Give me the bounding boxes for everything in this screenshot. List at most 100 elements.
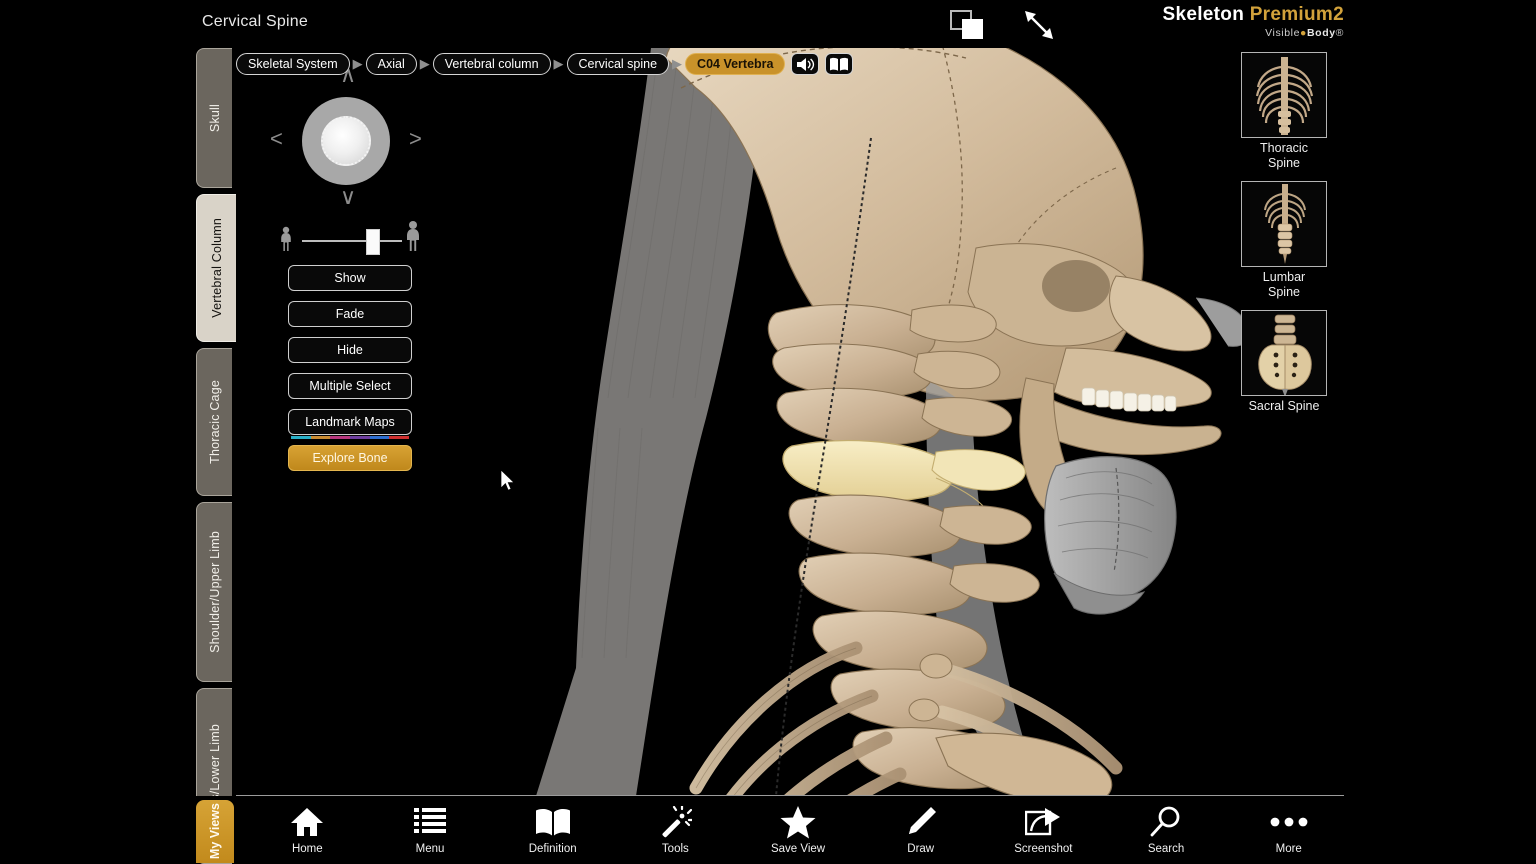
- thumbnail-image[interactable]: [1241, 181, 1327, 267]
- small-figure-icon: [278, 226, 294, 257]
- mouse-cursor: [500, 469, 517, 499]
- windows-toggle-icon[interactable]: [950, 10, 986, 40]
- sidebar-tab-thoracic-cage[interactable]: Thoracic Cage: [196, 348, 232, 496]
- toolbar-item-screenshot[interactable]: Screenshot: [982, 796, 1105, 863]
- toolbar-item-draw[interactable]: Draw: [859, 796, 982, 863]
- logo-title: Skeleton Premium2: [1112, 4, 1344, 26]
- logo-subtitle: Visible●Body®: [1265, 27, 1344, 39]
- rotation-dpad[interactable]: ∧ ∨ < >: [270, 62, 430, 217]
- home-icon: [290, 805, 324, 839]
- logo-sub-visible: Visible: [1265, 27, 1301, 39]
- logo-word-skeleton: Skeleton: [1162, 4, 1245, 25]
- my-views-tab[interactable]: My Views: [196, 800, 234, 863]
- sidebar-tab-label: Skull: [207, 103, 222, 133]
- thumbnail-image[interactable]: [1241, 310, 1327, 396]
- landmark-swatch-orange: [310, 436, 331, 439]
- title-bar: Cervical Spine Skeleton Premium2 Visible…: [190, 0, 1350, 48]
- logo-sub-body: Body: [1307, 27, 1336, 39]
- thumbnail-label: Thoracic Spine: [1236, 141, 1332, 171]
- open-book-icon: [535, 805, 571, 839]
- multiple-select-button[interactable]: Multiple Select: [288, 373, 412, 399]
- magnifier-icon: [1150, 805, 1182, 839]
- star-icon: [780, 805, 816, 839]
- rotate-right-icon[interactable]: >: [409, 128, 422, 150]
- fullscreen-resize-icon[interactable]: [1022, 8, 1056, 42]
- toolbar-item-search[interactable]: Search: [1105, 796, 1228, 863]
- toolbar-item-definition[interactable]: Definition: [491, 796, 614, 863]
- rotate-left-icon[interactable]: <: [270, 128, 283, 150]
- breadcrumb: Skeletal System ▶ Axial ▶ Vertebral colu…: [236, 52, 854, 76]
- show-button[interactable]: Show: [288, 265, 412, 291]
- thumbnail-lumbar-spine[interactable]: Lumbar Spine: [1236, 181, 1332, 300]
- landmark-swatch-purple: [350, 436, 370, 439]
- landmark-swatch-blue: [369, 436, 390, 439]
- sidebar-tab-shoulder-upper-limb[interactable]: Shoulder/Upper Limb: [196, 502, 232, 682]
- zoom-slider-track[interactable]: [301, 240, 402, 242]
- dpad-knob[interactable]: [321, 116, 371, 166]
- logo-word-premium: Premium: [1249, 4, 1334, 25]
- magic-wand-icon: [658, 805, 693, 839]
- toolbar-label: Menu: [415, 842, 445, 855]
- landmark-swatch-red: [389, 436, 410, 439]
- window-front-square: [962, 19, 983, 39]
- breadcrumb-separator-icon: ▶: [352, 56, 363, 71]
- zoom-slider[interactable]: [278, 221, 423, 259]
- breadcrumb-item-skeletal-system[interactable]: Skeletal System: [236, 53, 350, 75]
- category-tab-strip: Skull Vertebral Column Thoracic Cage Sho…: [196, 48, 236, 864]
- thumbnail-sacral-spine[interactable]: Sacral Spine: [1236, 310, 1332, 414]
- toolbar-label: Definition: [528, 842, 577, 855]
- toolbar-item-tools[interactable]: Tools: [614, 796, 737, 863]
- breadcrumb-item-c04-vertebra[interactable]: C04 Vertebra: [685, 53, 786, 75]
- toolbar-label: Screenshot: [1014, 842, 1073, 855]
- toolbar-label: Draw: [907, 842, 935, 855]
- thumbnail-label-line2: Spine: [1268, 285, 1300, 299]
- book-definition-icon[interactable]: [825, 53, 854, 75]
- landmark-maps-button[interactable]: Landmark Maps: [288, 409, 412, 435]
- toolbar-item-menu[interactable]: Menu: [369, 796, 492, 863]
- thumbnail-label-line1: Lumbar: [1262, 270, 1306, 284]
- ellipsis-icon: [1270, 805, 1308, 839]
- sidebar-tab-label: Vertebral Column: [209, 218, 224, 318]
- model-control-panel: ∧ ∨ < > Show Fade Hide Multiple Select L…: [265, 62, 515, 491]
- sidebar-tab-skull[interactable]: Skull: [196, 48, 232, 188]
- landmark-color-strip: [291, 436, 410, 439]
- toolbar-item-more[interactable]: More: [1227, 796, 1350, 863]
- toolbar-label: Home: [291, 842, 323, 855]
- breadcrumb-item-cervical-spine[interactable]: Cervical spine: [566, 53, 670, 75]
- toolbar-label: Save View: [770, 842, 826, 855]
- logo-word-2: 2: [1333, 4, 1344, 25]
- pencil-icon: [905, 805, 937, 839]
- application-window: Cervical Spine Skeleton Premium2 Visible…: [190, 0, 1350, 864]
- audio-pronounce-icon[interactable]: [791, 53, 820, 75]
- thumbnail-image[interactable]: [1241, 52, 1327, 138]
- thumbnail-label-line1: Sacral Spine: [1248, 399, 1320, 413]
- breadcrumb-separator-icon: ▶: [553, 56, 564, 71]
- thumbnail-label-line2: Spine: [1268, 156, 1300, 170]
- my-views-label: My Views: [208, 803, 222, 860]
- page-title: Cervical Spine: [202, 13, 308, 30]
- list-menu-icon: [414, 805, 446, 839]
- thumbnail-label-line1: Thoracic: [1260, 141, 1308, 155]
- share-export-icon: [1025, 805, 1061, 839]
- fade-button[interactable]: Fade: [288, 301, 412, 327]
- toolbar-item-home[interactable]: Home: [246, 796, 369, 863]
- breadcrumb-item-axial[interactable]: Axial: [365, 53, 417, 75]
- sidebar-tab-label: Shoulder/Upper Limb: [207, 531, 222, 653]
- toolbar-label: More: [1275, 842, 1302, 855]
- landmark-maps-group: Landmark Maps: [288, 409, 412, 439]
- sidebar-tab-label: Thoracic Cage: [207, 380, 222, 464]
- breadcrumb-item-vertebral-column[interactable]: Vertebral column: [432, 53, 551, 75]
- toolbar-item-save-view[interactable]: Save View: [737, 796, 860, 863]
- sidebar-tab-vertebral-column[interactable]: Vertebral Column: [196, 194, 236, 342]
- rotate-down-icon[interactable]: ∨: [340, 186, 356, 208]
- toolbar-items: Home Menu Definition Tools Save View Dra…: [246, 796, 1350, 863]
- hide-button[interactable]: Hide: [288, 337, 412, 363]
- thumbnail-label: Sacral Spine: [1236, 399, 1332, 414]
- thumbnail-thoracic-spine[interactable]: Thoracic Spine: [1236, 52, 1332, 171]
- bottom-toolbar: My Views Home Menu Definition Tools Save…: [190, 796, 1350, 863]
- explore-bone-button[interactable]: Explore Bone: [288, 445, 412, 471]
- toolbar-label: Search: [1147, 842, 1185, 855]
- zoom-slider-thumb[interactable]: [365, 229, 380, 255]
- thumbnail-label: Lumbar Spine: [1236, 270, 1332, 300]
- titlebar-icon-group: [950, 6, 1080, 44]
